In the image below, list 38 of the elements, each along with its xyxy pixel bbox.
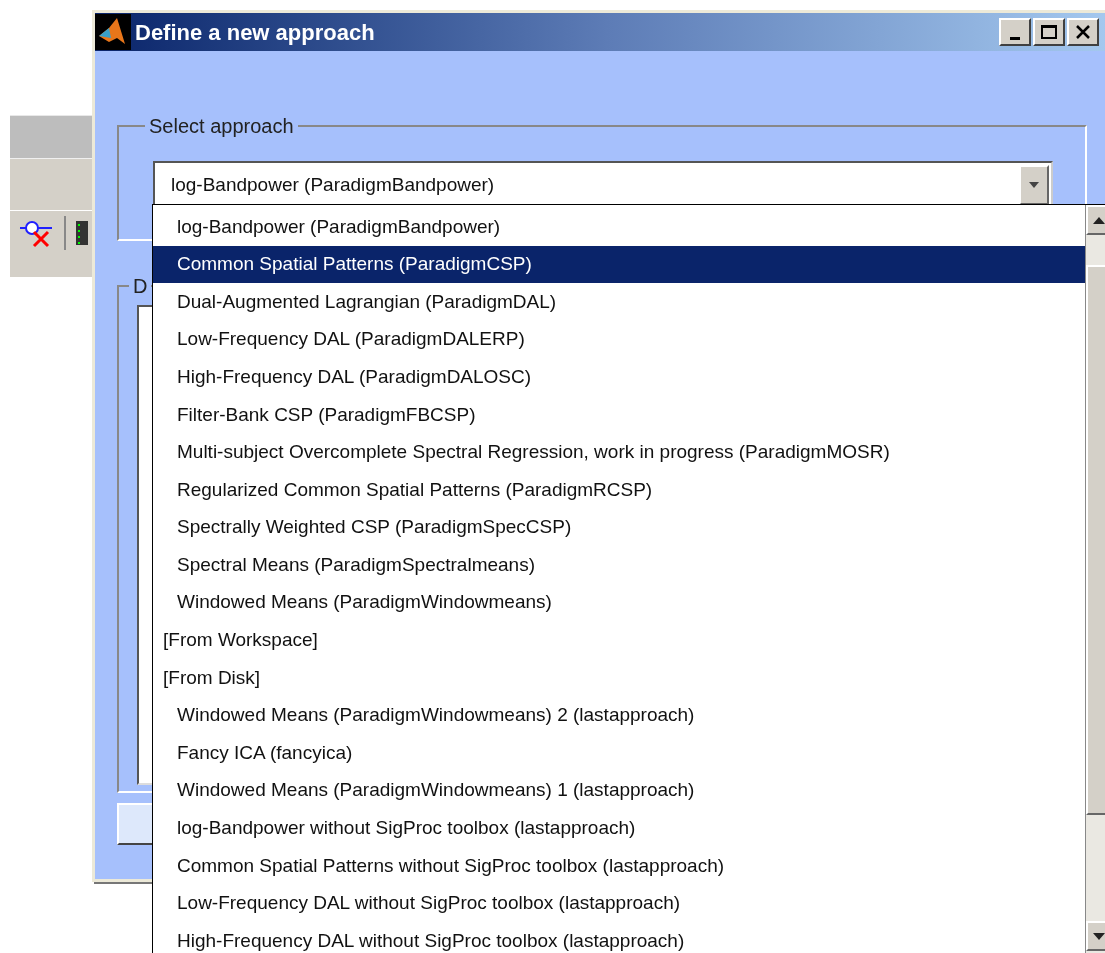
close-icon bbox=[1076, 25, 1090, 39]
list-item[interactable]: Common Spatial Patterns (ParadigmCSP) bbox=[153, 245, 1085, 284]
app-logo-icon bbox=[95, 14, 131, 50]
minimize-button[interactable] bbox=[999, 18, 1031, 46]
list-item[interactable]: log-Bandpower (ParadigmBandpower) bbox=[153, 208, 1085, 246]
list-item[interactable]: log-Bandpower without SigProc toolbox (lastapproach) bbox=[153, 809, 1085, 848]
list-item[interactable]: Spectral Means (ParadigmSpectralmeans) bbox=[153, 546, 1085, 584]
maximize-button[interactable] bbox=[1033, 18, 1065, 46]
arrow-up-icon bbox=[1092, 216, 1105, 224]
toolbar-icon[interactable] bbox=[76, 218, 88, 247]
scroll-thumb[interactable] bbox=[1086, 265, 1105, 815]
combo-value: log-Bandpower (ParadigmBandpower) bbox=[170, 172, 495, 197]
list-item[interactable]: Low-Frequency DAL without SigProc toolbox (lastapproach) bbox=[153, 884, 1085, 923]
scrollbar[interactable] bbox=[1085, 205, 1105, 953]
group-label: Select approach bbox=[148, 114, 295, 139]
close-button[interactable] bbox=[1067, 18, 1099, 46]
list-item[interactable]: Windowed Means (ParadigmWindowmeans) 2 (lastapproach) bbox=[153, 696, 1085, 735]
list-group-header[interactable]: [From Workspace] bbox=[153, 621, 1085, 660]
list-item[interactable]: High-Frequency DAL without SigProc toolbox (lastapproach) bbox=[153, 922, 1085, 953]
group-label: D bbox=[132, 274, 149, 299]
window-title: Define a new approach bbox=[135, 18, 375, 47]
list-item[interactable]: Dual-Augmented Lagrangian (ParadigmDAL) bbox=[153, 283, 1085, 321]
list-item[interactable]: Multi-subject Overcomplete Spectral Regression, work in progress (ParadigmMOSR) bbox=[153, 433, 1085, 472]
list-item[interactable]: Filter-Bank CSP (ParadigmFBCSP) bbox=[153, 395, 1085, 434]
scroll-up-button[interactable] bbox=[1086, 205, 1105, 235]
scroll-down-button[interactable] bbox=[1086, 921, 1105, 951]
arrow-down-icon bbox=[1092, 932, 1105, 940]
list-item[interactable]: Common Spatial Patterns without SigProc toolbox (lastapproach) bbox=[153, 847, 1085, 885]
list-item[interactable]: Windowed Means (ParadigmWindowmeans) bbox=[153, 583, 1085, 622]
caret-icon bbox=[1029, 182, 1039, 188]
list-item[interactable]: Regularized Common Spatial Patterns (ParadigmRCSP) bbox=[153, 471, 1085, 509]
list-item[interactable]: Low-Frequency DAL (ParadigmDALERP) bbox=[153, 320, 1085, 359]
list-group-header[interactable]: [From Disk] bbox=[153, 659, 1085, 697]
list-item[interactable]: Fancy ICA (fancyica) bbox=[153, 734, 1085, 772]
list-item[interactable]: High-Frequency DAL (ParadigmDALOSC) bbox=[153, 358, 1085, 396]
list-item[interactable]: Windowed Means (ParadigmWindowmeans) 1 (lastapproach) bbox=[153, 771, 1085, 810]
dropdown-button[interactable] bbox=[1019, 165, 1049, 205]
list-item[interactable]: Spectrally Weighted CSP (ParadigmSpecCSP) bbox=[153, 508, 1085, 547]
